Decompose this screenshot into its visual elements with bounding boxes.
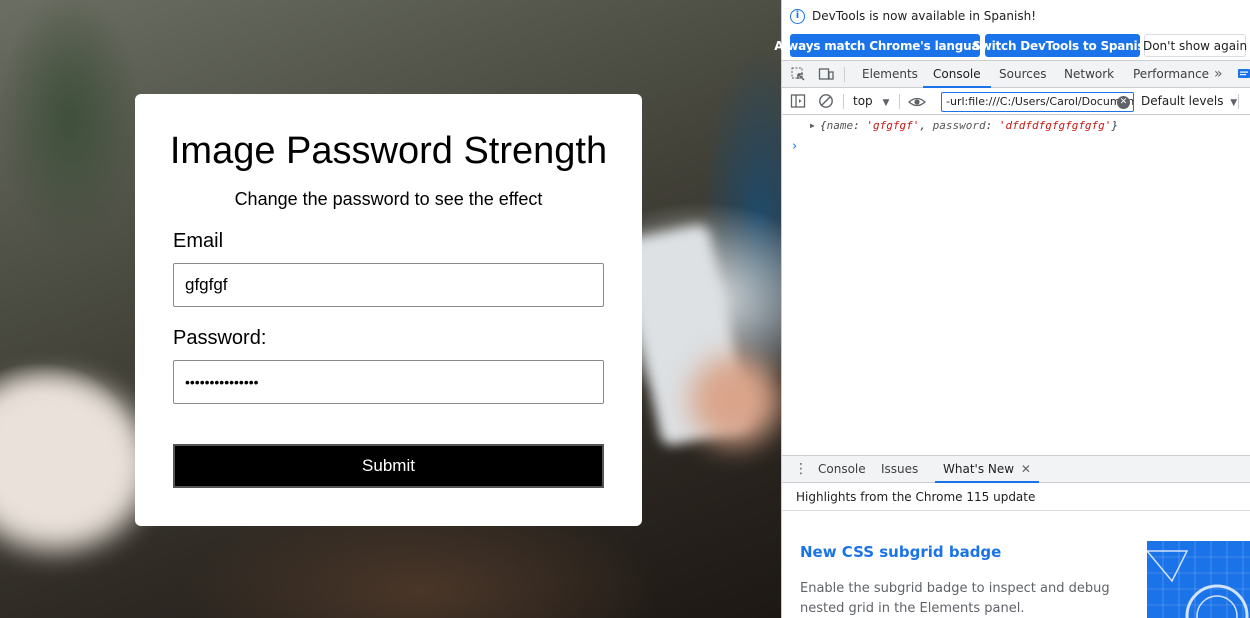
email-label: Email [173,230,224,252]
login-card: Image Password Strength Change the passw… [135,94,642,526]
page-title: Image Password Strength [169,130,608,172]
infobar-message: DevTools is now available in Spanish! [812,9,1037,23]
drawer-tab-whats-new-label: What's New [943,462,1015,476]
tabbar-divider [844,67,845,82]
context-value: top [853,94,873,108]
device-toolbar-icon[interactable] [818,66,834,82]
console-prompt-icon[interactable]: › [792,139,797,154]
background-photo-hand [690,355,780,445]
drawer-divider [782,510,1250,511]
toolbar-divider [843,94,844,109]
console-output: ▶ {name: 'gfgfgf', password: 'dfdfdfgfgf… [782,116,1250,136]
devtools-panel: i DevTools is now available in Spanish! … [774,0,1250,618]
log-levels-value: Default levels [1141,94,1224,108]
feature-title-link[interactable]: New CSS subgrid badge [800,543,1001,561]
more-tabs-icon[interactable]: » [1214,61,1223,88]
console-filter-input[interactable]: -url:file:///C:/Users/Carol/Documents [941,92,1134,112]
drawer-tab-console[interactable]: Console [818,456,866,483]
drawer-tabbar: ⋮ Console Issues What's New ✕ [782,456,1250,483]
chevron-down-icon: ▼ [882,98,890,108]
sidebar-toggle-icon[interactable] [790,93,806,109]
whats-new-heading: Highlights from the Chrome 115 update [796,490,1036,504]
page-subtitle: Change the password to see the effect [234,189,543,209]
drawer-tab-issues[interactable]: Issues [881,456,918,483]
email-value: gfgfgf [185,275,228,294]
background-photo-sweater [0,380,150,550]
toolbar-divider [1238,94,1239,109]
password-field[interactable]: ••••••••••••••• [173,360,604,404]
devtools-drawer: ⋮ Console Issues What's New ✕ Highlights… [782,455,1250,618]
eye-icon[interactable] [908,94,926,110]
tab-console[interactable]: Console [923,61,991,88]
switch-to-spanish-button[interactable]: Switch DevTools to Spanish [972,34,1153,57]
password-label: Password: [173,327,267,349]
clear-console-icon[interactable] [818,93,834,109]
web-page: Image Password Strength Change the passw… [0,0,781,618]
devtools-tabbar: Elements Console Sources Network Perform… [782,61,1250,88]
chevron-down-icon: ▼ [1230,98,1238,108]
console-log-entry[interactable]: ▶ {name: 'gfgfgf', password: 'dfdfdfgfgf… [782,116,1250,136]
password-value: ••••••••••••••• [185,374,259,390]
drawer-menu-icon[interactable]: ⋮ [794,456,808,483]
match-language-button[interactable]: Always match Chrome's language [774,34,996,57]
drawer-tab-whats-new[interactable]: What's New ✕ [935,456,1039,483]
tab-performance[interactable]: Performance [1133,61,1209,88]
submit-label: Submit [362,456,415,475]
inspect-element-icon[interactable] [790,66,806,82]
subgrid-illustration-icon [1147,541,1250,618]
dont-show-again-button[interactable]: Don't show again [1143,34,1247,57]
feature-description: Enable the subgrid badge to inspect and … [800,581,1110,616]
expand-triangle-icon[interactable]: ▶ [810,116,815,136]
message-icon[interactable] [1237,67,1250,81]
log-levels-dropdown[interactable]: Default levels ▼ [1141,88,1237,115]
feature-thumbnail[interactable] [1147,541,1250,618]
email-field[interactable]: gfgfgf [173,263,604,307]
submit-button[interactable]: Submit [173,444,604,488]
close-icon[interactable]: ✕ [1021,462,1031,476]
tab-network[interactable]: Network [1064,61,1114,88]
language-infobar: i DevTools is now available in Spanish! … [774,0,1250,61]
console-toolbar: top ▼ -url:file:///C:/Users/Carol/Docume… [782,88,1250,115]
info-icon: i [790,9,805,24]
clear-filter-icon[interactable]: ✕ [1117,96,1130,109]
logged-object: {name: 'gfgfgf', password: 'dfdfdfgfgfgf… [820,119,1119,132]
toolbar-divider [899,94,900,109]
tab-sources[interactable]: Sources [999,61,1046,88]
tab-elements[interactable]: Elements [862,61,918,88]
context-selector[interactable]: top ▼ [853,88,889,115]
